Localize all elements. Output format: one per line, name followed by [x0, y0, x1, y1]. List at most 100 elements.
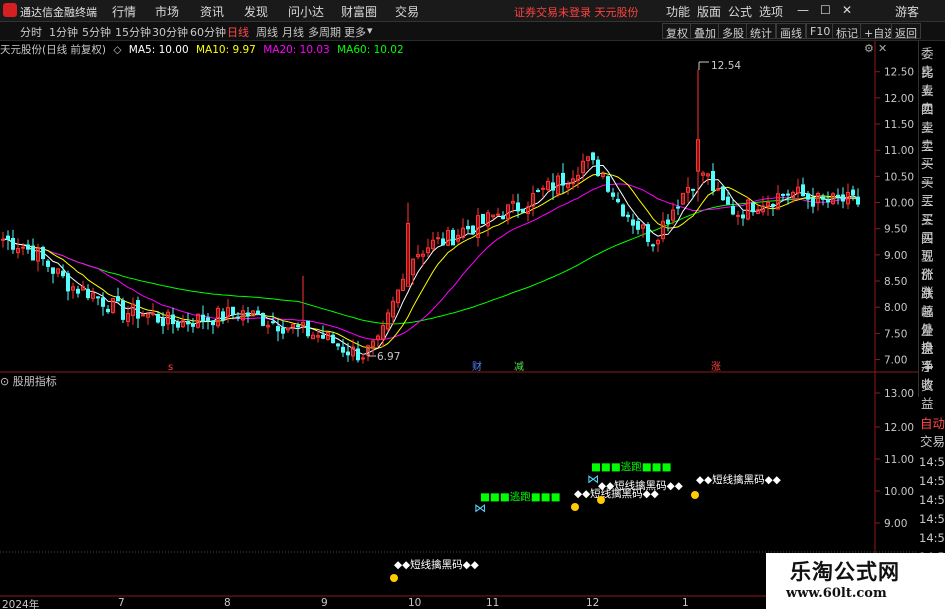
price-tick-label: 10.00 [884, 198, 914, 210]
candle-body [551, 182, 555, 191]
ma20-line [2, 183, 859, 341]
watermark-url: www.60lt.com [786, 586, 887, 601]
menu-item-trade[interactable]: 交易 [395, 3, 419, 20]
indicator-tick-label: 11.00 [884, 454, 914, 466]
candle-body [236, 316, 240, 319]
period-tab-weekly[interactable]: 周线 [256, 24, 278, 40]
period-tab-more[interactable]: 更多 [344, 24, 366, 40]
sdhm-signal-3: ◆◆短线擒黑码◆◆ [696, 473, 782, 486]
candle-body [6, 235, 10, 241]
candle-body [851, 189, 855, 196]
adjust-button[interactable]: 复权 [662, 23, 692, 40]
guest-label[interactable]: 游客 [895, 3, 919, 20]
butterfly-icon: ⋈ [474, 501, 486, 515]
marker-finance[interactable]: 财 [472, 360, 482, 373]
candle-body [221, 311, 225, 321]
close-icon[interactable]: ✕ [842, 3, 852, 17]
period-tab-30min[interactable]: 30分钟 [152, 24, 188, 40]
candle-body [231, 306, 235, 315]
menu-item-discover[interactable]: 发现 [244, 3, 268, 20]
candle-body [786, 193, 790, 196]
stock-title: 天元股份(日线 前复权) [0, 44, 107, 56]
quote-panel-item[interactable]: 收益 [921, 374, 945, 412]
candle-body [781, 193, 785, 196]
marker-s[interactable]: s [168, 362, 173, 373]
menu-item-layout[interactable]: 版面 [697, 3, 721, 20]
candle-body [156, 313, 160, 323]
menu-item-market[interactable]: 行情 [112, 3, 136, 20]
auto-trade-item[interactable]: 交易 [920, 431, 945, 450]
price-tick-label: 8.50 [884, 276, 907, 288]
candle-body [201, 314, 205, 322]
period-tab-15min[interactable]: 15分钟 [115, 24, 151, 40]
menu-item-function[interactable]: 功能 [666, 3, 690, 20]
candle-body [256, 310, 260, 315]
kline-chart[interactable]: 12.50 12.00 11.50 11.00 10.50 10.00 9.50 9.00 8.… [0, 41, 918, 609]
minimize-icon[interactable]: — [797, 3, 809, 17]
candle-body [771, 203, 775, 207]
login-status: 证券交易未登录 天元股份 [514, 6, 639, 19]
tick-time: 14:5 [919, 512, 945, 526]
indicator-tick-label: 10.00 [884, 486, 914, 498]
period-tab-intraday[interactable]: 分时 [20, 24, 42, 40]
menu-item-ask[interactable]: 问小达 [288, 3, 324, 20]
menu-item-formula[interactable]: 公式 [728, 3, 752, 20]
ma20-path [2, 183, 859, 341]
sdhm-signal-2: ◆◆短线擒黑码◆◆ [598, 479, 684, 492]
multi-stock-button[interactable]: 多股 [718, 23, 748, 40]
high-price-label: 12.54 [711, 60, 741, 72]
candle-body [841, 194, 845, 202]
back-button[interactable]: 返回 [891, 23, 921, 40]
price-tick-label: 7.00 [884, 355, 907, 367]
period-tab-60min[interactable]: 60分钟 [190, 24, 226, 40]
candle-body [676, 206, 680, 209]
candle-body [26, 244, 30, 250]
price-tick-label: 11.00 [884, 145, 914, 157]
coin-icon [390, 574, 398, 582]
price-tick-label: 8.00 [884, 302, 907, 314]
menu-item-news[interactable]: 资讯 [200, 3, 224, 20]
candle-body [826, 200, 830, 203]
coin-icon [571, 503, 579, 511]
settings-gear-icon[interactable]: ⚙ [864, 42, 874, 55]
candle-body [666, 219, 670, 224]
close-pane-icon[interactable]: ✕ [878, 42, 887, 55]
candle-body [186, 321, 190, 325]
candle-body [211, 320, 215, 326]
indicator-collapse-icon[interactable]: ⊙ [0, 375, 9, 388]
statistics-button[interactable]: 统计 [746, 23, 776, 40]
menu-item-options[interactable]: 选项 [759, 3, 783, 20]
mark-button[interactable]: 标记 [832, 23, 862, 40]
maximize-icon[interactable]: ☐ [820, 3, 831, 17]
period-tab-daily[interactable]: 日线 [227, 24, 249, 40]
candle-body [206, 317, 210, 321]
f10-button[interactable]: F10 [806, 23, 835, 39]
menu-item-marketplace[interactable]: 市场 [155, 3, 179, 20]
auto-trade-item[interactable]: 自动 [920, 413, 945, 432]
collapse-icon[interactable]: ◇ [113, 44, 121, 56]
candle-body [521, 208, 525, 213]
candle-body [436, 237, 440, 240]
date-label: 2024年 [2, 599, 40, 609]
period-tab-5min[interactable]: 5分钟 [82, 24, 111, 40]
tick-time: 14:5 [919, 493, 945, 507]
indicator-header: ⊙ 股朋指标 [0, 373, 57, 388]
date-label: 7 [118, 597, 125, 609]
ma5-line [2, 164, 859, 355]
more-dropdown-icon[interactable]: ▾ [367, 24, 373, 37]
chart-annotations: 12.54 6.97 s 财 减 涨 [168, 60, 741, 373]
overlay-button[interactable]: 叠加 [690, 23, 720, 40]
candle-body [636, 221, 640, 230]
menu-item-wealth[interactable]: 财富圈 [341, 3, 377, 20]
period-tab-1min[interactable]: 1分钟 [49, 24, 78, 40]
candle-body [751, 202, 755, 213]
marker-rise[interactable]: 涨 [711, 361, 721, 373]
date-label: 11 [486, 597, 500, 609]
period-tab-monthly[interactable]: 月线 [282, 24, 304, 40]
indicator-tick-label: 12.00 [884, 422, 914, 434]
candle-body [86, 288, 90, 299]
marker-reduce[interactable]: 减 [514, 361, 524, 373]
period-tab-multi[interactable]: 多周期 [308, 24, 341, 40]
candle-body [466, 225, 470, 230]
draw-line-button[interactable]: 画线 [776, 23, 806, 40]
